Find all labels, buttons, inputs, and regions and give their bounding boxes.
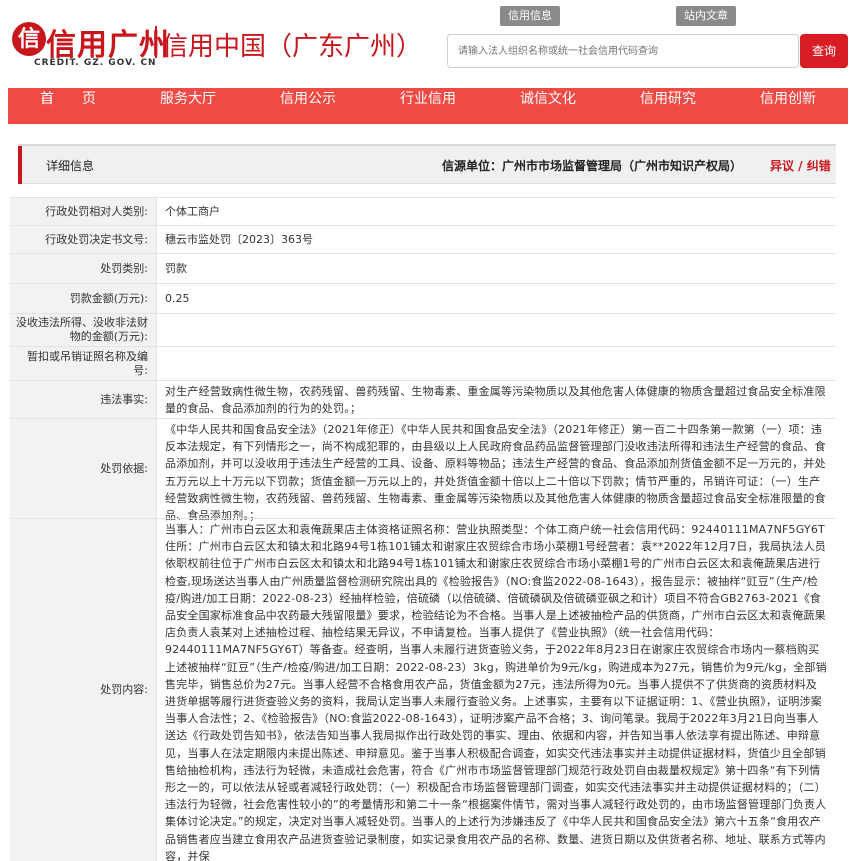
field-value: 《中华人民共和国食品安全法》（2021年修正）《中华人民共和国食品安全法》（20…: [156, 419, 836, 522]
table-row: 处罚依据: 《中华人民共和国食品安全法》（2021年修正）《中华人民共和国食品安…: [10, 418, 836, 522]
field-value: 0.25: [156, 284, 836, 313]
detail-title: 详细信息: [46, 159, 95, 173]
nav-item-industry-credit[interactable]: 行业信用: [368, 88, 488, 124]
table-row: 没收违法所得、没收非法财物的金额(万元):: [10, 313, 836, 346]
objection-correction-link[interactable]: 异议 / 纠错: [770, 157, 831, 174]
top-link-site-articles[interactable]: 站内文章: [676, 6, 736, 26]
field-label: 处罚内容:: [10, 519, 156, 861]
field-label: 处罚依据:: [10, 419, 156, 518]
detail-header: 详细信息 信源单位：广州市市场监督管理局（广州市知识产权局） 异议 / 纠错: [18, 144, 836, 184]
nav-item-home[interactable]: 首 页: [8, 88, 128, 124]
search-box: [447, 34, 799, 68]
field-value: [156, 314, 836, 346]
field-label: 罚款金额(万元):: [10, 284, 156, 313]
logo-divider: [155, 26, 157, 58]
field-value: [156, 347, 836, 380]
field-value: 个体工商户: [156, 198, 836, 225]
table-row: 处罚内容: 当事人：广州市白云区太和袁俺蔬果店主体资格证照名称：营业执照类型：个…: [10, 518, 836, 861]
field-label: 处罚类别:: [10, 254, 156, 283]
nav-item-credit-innovation[interactable]: 信用创新: [728, 88, 848, 124]
field-value: 当事人：广州市白云区太和袁俺蔬果店主体资格证照名称：营业执照类型：个体工商户统一…: [156, 519, 836, 861]
source-unit: 信源单位：广州市市场监督管理局（广州市知识产权局）: [442, 159, 743, 173]
top-links: 信用信息 站内文章: [500, 6, 780, 28]
site-title: 信用中国（广东广州）: [162, 32, 423, 62]
table-row: 罚款金额(万元): 0.25: [10, 283, 836, 313]
main-nav: 首 页 服务大厅 信用公示 行业信用 诚信文化 信用研究 信用创新: [8, 88, 848, 124]
table-row: 暂扣或吊销证照名称及编号:: [10, 346, 836, 380]
table-row: 违法事实: 对生产经营致病性微生物，农药残留、兽药残留、生物毒素、重金属等污染物…: [10, 380, 836, 418]
field-label: 暂扣或吊销证照名称及编号:: [10, 347, 156, 380]
table-row: 行政处罚相对人类别: 个体工商户: [10, 197, 836, 225]
field-label: 行政处罚相对人类别:: [10, 198, 156, 225]
site-header: 信 信用广州 CREDIT. GZ. GOV. CN 信用中国（广东广州） 信用…: [0, 0, 855, 80]
top-link-credit-info[interactable]: 信用信息: [500, 6, 560, 26]
nav-item-credit-publicity[interactable]: 信用公示: [248, 88, 368, 124]
detail-marker: [18, 146, 22, 184]
field-label: 违法事实:: [10, 381, 156, 418]
table-row: 行政处罚决定书文号: 穗云市监处罚〔2023〕363号: [10, 225, 836, 253]
logo-mark-icon: 信: [12, 22, 46, 56]
nav-item-credit-research[interactable]: 信用研究: [608, 88, 728, 124]
nav-item-integrity-culture[interactable]: 诚信文化: [488, 88, 608, 124]
table-row: 处罚类别: 罚款: [10, 253, 836, 283]
field-value: 穗云市监处罚〔2023〕363号: [156, 226, 836, 253]
search-button[interactable]: 查询: [800, 34, 848, 68]
field-label: 没收违法所得、没收非法财物的金额(万元):: [10, 314, 156, 346]
nav-item-service-hall[interactable]: 服务大厅: [128, 88, 248, 124]
site-logo[interactable]: 信 信用广州 CREDIT. GZ. GOV. CN: [12, 20, 169, 70]
logo-domain: CREDIT. GZ. GOV. CN: [34, 58, 157, 68]
search-input[interactable]: [448, 35, 798, 67]
field-label: 行政处罚决定书文号:: [10, 226, 156, 253]
field-value: 对生产经营致病性微生物，农药残留、兽药残留、生物毒素、重金属等污染物质以及其他危…: [156, 381, 836, 418]
field-value: 罚款: [156, 254, 836, 283]
